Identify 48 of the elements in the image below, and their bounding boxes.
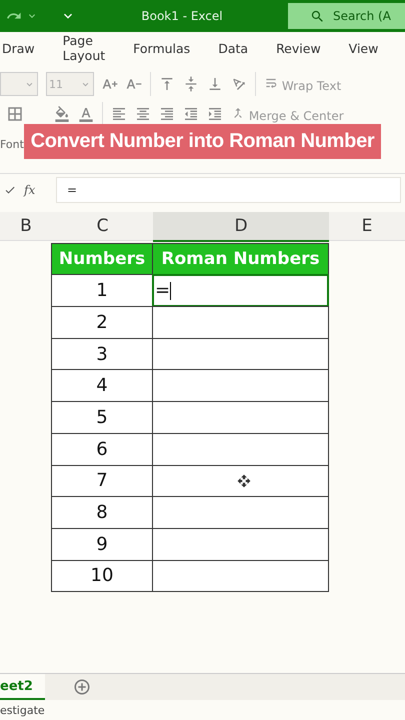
table-cell: 6 bbox=[51, 432, 153, 466]
status-text: estigate bbox=[0, 702, 46, 718]
active-cell[interactable]: = bbox=[152, 274, 329, 308]
move-cursor-icon bbox=[237, 474, 251, 488]
sheet-tab[interactable]: eet2 bbox=[0, 674, 45, 700]
fill-bucket-icon[interactable] bbox=[54, 106, 70, 122]
font-color-icon[interactable] bbox=[78, 106, 94, 122]
indent-decrease-icon[interactable] bbox=[183, 106, 199, 122]
table-cell: 10 bbox=[51, 560, 153, 592]
table-cell: 9 bbox=[51, 528, 153, 561]
window-title: Book1 - Excel bbox=[140, 9, 224, 23]
table-cell: 7 bbox=[51, 464, 153, 498]
insert-function-button[interactable]: fx bbox=[24, 183, 48, 197]
table-cell: 3 bbox=[51, 338, 153, 370]
enter-check-icon[interactable] bbox=[4, 184, 16, 196]
ribbon-tab[interactable]: Formulas bbox=[133, 36, 200, 60]
table-cell: 4 bbox=[51, 369, 153, 402]
search-icon bbox=[310, 8, 325, 24]
align-center-icon[interactable] bbox=[135, 106, 151, 122]
ribbon-tab[interactable]: Page Layout bbox=[62, 29, 116, 67]
ribbon-tab[interactable]: View bbox=[348, 36, 388, 60]
header-cell: Numbers bbox=[51, 242, 153, 276]
column-header[interactable]: C bbox=[52, 212, 153, 241]
column-header[interactable]: D bbox=[153, 212, 329, 242]
table-cell: 2 bbox=[51, 306, 153, 339]
table-cell: 8 bbox=[51, 496, 153, 529]
add-sheet-icon[interactable] bbox=[72, 678, 91, 696]
search-field[interactable]: Search (A bbox=[288, 3, 405, 29]
align-middle-icon[interactable] bbox=[183, 76, 199, 92]
column-header[interactable]: B bbox=[0, 212, 52, 241]
table-cell: 5 bbox=[51, 401, 153, 434]
column-header[interactable]: E bbox=[329, 212, 405, 241]
header-cell: Roman Numbers bbox=[152, 242, 329, 276]
ribbon-tab[interactable]: Review bbox=[276, 36, 331, 60]
align-left-icon[interactable] bbox=[111, 106, 127, 122]
ribbon-tab[interactable]: Draw bbox=[2, 36, 45, 60]
orientation-icon[interactable] bbox=[231, 76, 247, 92]
formula-input-field[interactable]: = bbox=[56, 177, 401, 203]
table-cell: 1 bbox=[51, 274, 153, 308]
indent-increase-icon[interactable] bbox=[207, 106, 223, 122]
align-top-icon[interactable] bbox=[159, 76, 175, 92]
group-label: Font bbox=[0, 138, 24, 150]
align-bottom-icon[interactable] bbox=[207, 76, 223, 92]
borders-icon[interactable] bbox=[6, 105, 24, 123]
align-right-icon[interactable] bbox=[159, 106, 175, 122]
font-name-field[interactable] bbox=[0, 72, 38, 96]
ribbon-tab[interactable]: Data bbox=[218, 36, 258, 60]
title-banner: Convert Number into Roman Number bbox=[24, 124, 381, 159]
